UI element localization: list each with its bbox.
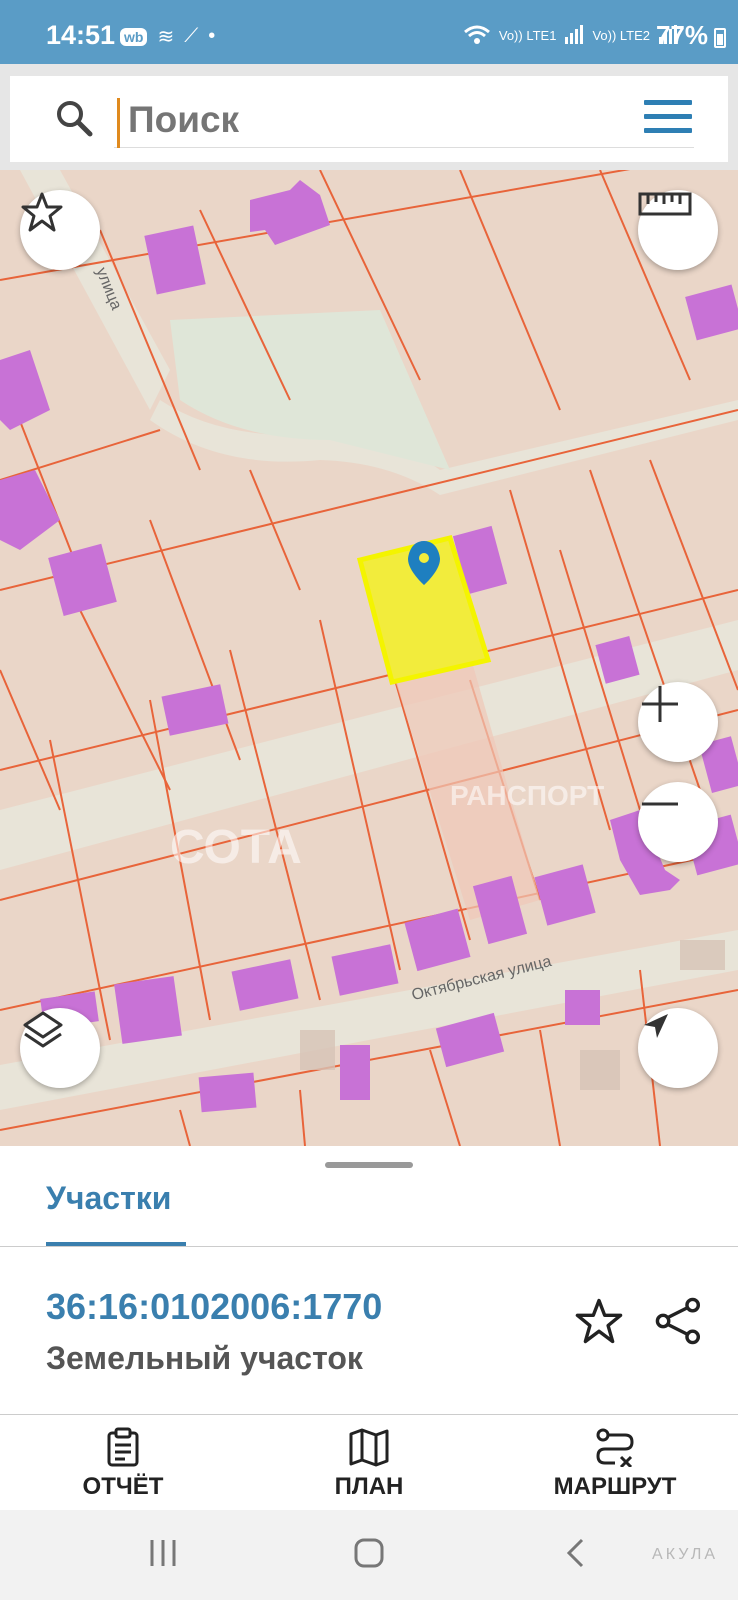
map-canvas[interactable] <box>0 170 738 1146</box>
map-icon <box>349 1428 389 1467</box>
sim2-label: Vo)) LTE2 <box>592 27 650 43</box>
sim1-label: Vo)) LTE1 <box>498 27 557 43</box>
layers-icon <box>23 1011 63 1048</box>
parcel-type: Земельный участок <box>46 1340 363 1376</box>
plus-icon <box>642 686 678 722</box>
watermark-right: РАНСПОРТ <box>450 780 605 811</box>
bottom-navigation: ОТЧЁТ ПЛАН МАРШРУТ <box>0 1414 738 1510</box>
dot-icon: • <box>208 25 216 47</box>
clipboard-icon <box>107 1427 139 1467</box>
search-input[interactable] <box>114 92 694 148</box>
locate-button[interactable] <box>638 1008 718 1088</box>
nav-route[interactable]: МАРШРУТ <box>515 1427 715 1501</box>
text-caret <box>117 98 120 148</box>
watermark-akula: АКУЛА <box>652 1546 718 1563</box>
battery-icon <box>714 28 726 48</box>
navigation-arrow-icon <box>644 1014 668 1038</box>
star-icon <box>21 192 63 232</box>
system-navigation: АКУЛА <box>0 1510 738 1600</box>
ruler-icon <box>638 192 692 216</box>
connectivity-icons: Vo)) LTE1 Vo)) LTE2 <box>463 24 678 46</box>
broom-icon: ⟋ <box>184 25 199 47</box>
signal-app-icon: ≋ <box>157 26 175 48</box>
notification-icons: wb ≋ ⟋ • <box>120 24 215 49</box>
route-icon <box>596 1428 634 1467</box>
tab-parcels[interactable]: Участки <box>46 1180 171 1244</box>
hamburger-menu-icon[interactable] <box>644 100 692 138</box>
star-icon[interactable] <box>574 1296 624 1346</box>
search-bar <box>10 76 728 162</box>
sheet-drag-handle[interactable] <box>325 1162 413 1168</box>
nav-plan[interactable]: ПЛАН <box>269 1427 469 1501</box>
favorites-button[interactable] <box>20 190 100 270</box>
zoom-out-button[interactable] <box>638 782 718 862</box>
wifi-icon <box>463 25 490 44</box>
recent-apps-icon[interactable] <box>146 1536 180 1570</box>
status-bar: 14:51 wb ≋ ⟋ • Vo)) LTE1 Vo)) LTE2 77% <box>0 0 738 64</box>
map-view[interactable]: СОТА РАНСПОРТ улица Октябрьская улица <box>0 170 738 1146</box>
signal-bars-icon <box>565 25 584 44</box>
share-icon[interactable] <box>654 1296 704 1346</box>
nav-report-label: ОТЧЁТ <box>82 1473 164 1500</box>
search-icon[interactable] <box>54 98 94 138</box>
bottom-sheet: Участки 36:16:0102006:1770 Земельный уча… <box>0 1146 738 1414</box>
back-icon[interactable] <box>560 1536 594 1570</box>
status-time: 14:51 <box>46 20 116 50</box>
nav-route-label: МАРШРУТ <box>553 1473 677 1500</box>
search-area <box>0 64 738 170</box>
nav-report[interactable]: ОТЧЁТ <box>23 1427 223 1501</box>
battery-percent: 77% <box>655 20 708 50</box>
minus-icon <box>642 802 678 806</box>
home-icon[interactable] <box>352 1536 386 1570</box>
parcel-cadastral-number[interactable]: 36:16:0102006:1770 <box>46 1286 382 1328</box>
nav-plan-label: ПЛАН <box>334 1473 404 1500</box>
wb-app-icon: wb <box>120 27 148 46</box>
sheet-divider <box>0 1246 738 1247</box>
watermark-left: СОТА <box>170 821 302 874</box>
zoom-in-button[interactable] <box>638 682 718 762</box>
ruler-button[interactable] <box>638 190 718 270</box>
layers-button[interactable] <box>20 1008 100 1088</box>
